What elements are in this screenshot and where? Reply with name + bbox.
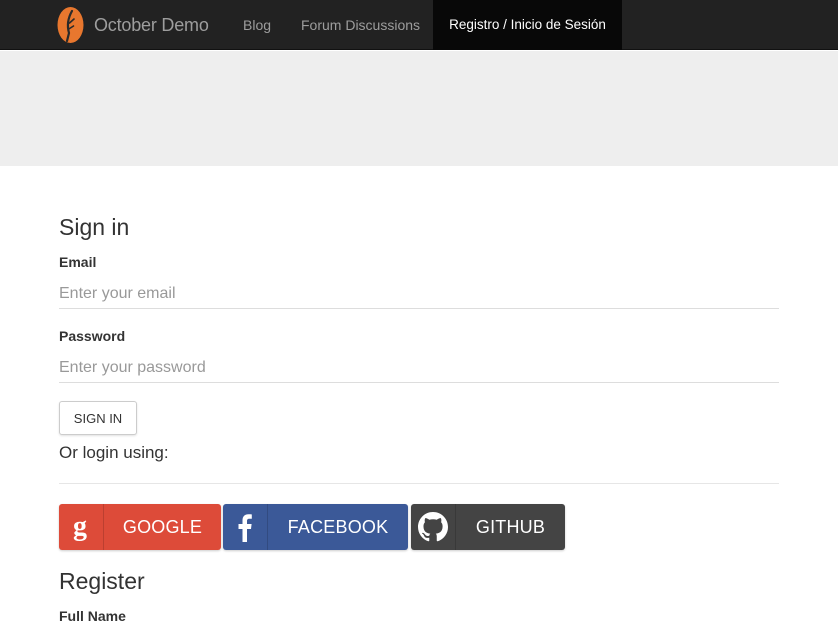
password-label: Password	[59, 328, 126, 344]
google-login-button[interactable]: g GOOGLE	[59, 504, 221, 550]
facebook-label: FACEBOOK	[287, 516, 389, 537]
github-icon	[411, 504, 456, 550]
nav-link-blog[interactable]: Blog	[243, 0, 271, 50]
nav-link-forum-discussions[interactable]: Forum Discussions	[301, 0, 420, 50]
google-label: GOOGLE	[122, 516, 203, 537]
register-title: Register	[59, 568, 145, 594]
divider	[59, 483, 779, 484]
email-label: Email	[59, 254, 97, 270]
github-label: GITHUB	[475, 516, 546, 537]
password-input[interactable]	[59, 353, 779, 383]
top-navbar: October Demo Blog Forum Discussions Regi…	[0, 0, 838, 50]
google-icon: g	[59, 504, 104, 550]
nav-link-register-login[interactable]: Registro / Inicio de Sesión	[433, 0, 622, 50]
full-name-label: Full Name	[59, 608, 126, 624]
facebook-login-button[interactable]: FACEBOOK	[223, 504, 408, 550]
or-login-using-text: Or login using:	[59, 443, 169, 462]
github-login-button[interactable]: GITHUB	[411, 504, 565, 550]
signin-title: Sign in	[59, 214, 130, 240]
brand-name: October Demo	[94, 14, 209, 35]
sign-in-button[interactable]: SIGN IN	[59, 401, 137, 435]
svg-text:g: g	[73, 513, 87, 541]
page-banner	[0, 51, 838, 166]
facebook-icon	[223, 504, 268, 550]
email-input[interactable]	[59, 279, 779, 309]
october-leaf-logo-icon	[57, 7, 84, 43]
brand-link[interactable]: October Demo	[56, 6, 209, 44]
